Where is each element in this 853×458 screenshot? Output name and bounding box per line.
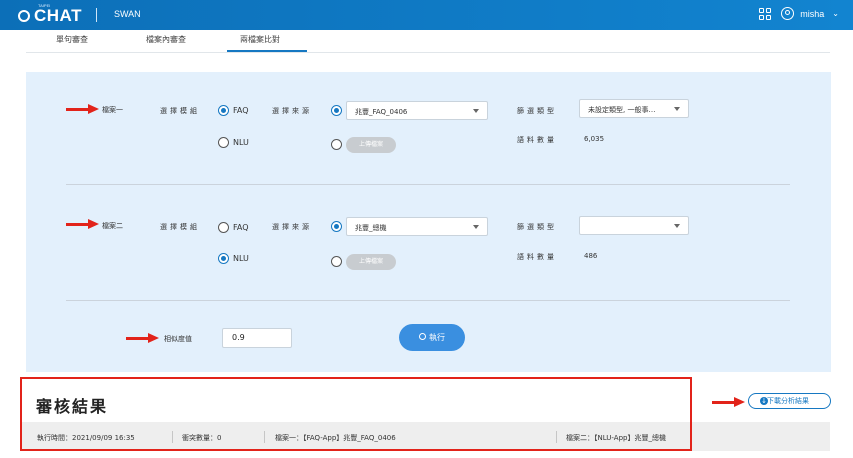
logo-mark-icon [18, 10, 30, 22]
file1-result-info: 檔案一：【FAQ-App】兆豐_FAQ_0406 [275, 434, 396, 442]
annotation-arrow-icon [66, 104, 100, 114]
chevron-down-icon [473, 109, 479, 113]
logo-small-text: TAIPEI [38, 3, 51, 8]
top-bar: CHAT TAIPEI SWAN misha ⌄ [0, 0, 853, 30]
file2-label: 檔案二 [102, 222, 123, 230]
logo-text: CHAT [34, 6, 82, 25]
file2-source-label: 選擇來源 [272, 223, 312, 231]
file1-filter-value: 未設定類型, 一般事… [588, 106, 656, 114]
grid-icon[interactable] [759, 7, 772, 20]
file1-corpus-count: 6,035 [584, 135, 605, 143]
section-divider [66, 300, 790, 301]
user-name[interactable]: misha [800, 9, 824, 19]
info-separator [172, 431, 173, 443]
file1-filter-select[interactable]: 未設定類型, 一般事… [579, 99, 689, 118]
file2-nlu-label: NLU [233, 254, 249, 263]
file1-nlu-label: NLU [233, 138, 249, 147]
tab-in-file-review[interactable]: 檔案內審查 [146, 34, 186, 45]
file1-source-value: 兆豐_FAQ_0406 [355, 108, 408, 116]
file1-module-label: 選擇模組 [160, 107, 200, 115]
chevron-down-icon [473, 225, 479, 229]
file2-upload-button[interactable]: 上傳檔案 [346, 254, 396, 270]
tabs-divider [26, 52, 830, 53]
file2-upload-radio[interactable] [331, 256, 342, 267]
tab-single-sentence[interactable]: 單句審查 [56, 34, 88, 45]
logo[interactable]: CHAT [18, 6, 82, 26]
file1-upload-button[interactable]: 上傳檔案 [346, 137, 396, 153]
chevron-down-icon[interactable]: ⌄ [832, 9, 839, 18]
file2-result-info: 檔案二：【NLU-App】兆豐_總機 [566, 434, 666, 442]
file2-filter-label: 篩選類型 [517, 223, 557, 231]
file2-corpus-count: 486 [584, 252, 598, 260]
file2-faq-radio[interactable] [218, 222, 229, 233]
file1-label: 檔案一 [102, 106, 123, 114]
exec-time: 執行時間：2021/09/09 16:35 [37, 434, 135, 442]
chevron-down-icon [674, 224, 680, 228]
tab-two-file-compare[interactable]: 兩檔案比對 [240, 34, 280, 45]
file2-source-select-radio[interactable] [331, 221, 342, 232]
file1-nlu-radio[interactable] [218, 137, 229, 148]
app-name: SWAN [114, 9, 141, 19]
info-separator [556, 431, 557, 443]
info-separator [264, 431, 265, 443]
similarity-input[interactable]: 0.9 [222, 328, 292, 348]
topbar-right: misha ⌄ [759, 7, 839, 20]
file1-source-select[interactable]: 兆豐_FAQ_0406 [346, 101, 488, 120]
file1-source-label: 選擇來源 [272, 107, 312, 115]
logo-separator [96, 8, 97, 22]
file2-module-label: 選擇模組 [160, 223, 200, 231]
file1-filter-label: 篩選類型 [517, 107, 557, 115]
annotation-arrow-icon [712, 397, 746, 407]
annotation-arrow-icon [66, 219, 100, 229]
conflict-count: 衝突數量：0 [182, 434, 222, 442]
section-divider [66, 184, 790, 185]
annotation-arrow-icon [126, 333, 160, 343]
execute-label: 執行 [429, 333, 445, 342]
file2-nlu-radio[interactable] [218, 253, 229, 264]
file2-faq-label: FAQ [233, 223, 249, 232]
file2-source-value: 兆豐_總機 [355, 224, 387, 232]
file1-faq-radio[interactable] [218, 105, 229, 116]
file2-source-select[interactable]: 兆豐_總機 [346, 217, 488, 236]
file1-upload-radio[interactable] [331, 139, 342, 150]
file1-source-select-radio[interactable] [331, 105, 342, 116]
execute-button[interactable]: 執行 [399, 324, 465, 351]
file2-filter-select[interactable] [579, 216, 689, 235]
file1-faq-label: FAQ [233, 106, 249, 115]
download-label: 下載分析結果 [767, 397, 809, 405]
search-icon [419, 333, 426, 340]
chevron-down-icon [674, 107, 680, 111]
similarity-label: 相似度值 [164, 335, 192, 343]
tab-bar: 單句審查 檔案內審查 兩檔案比對 [0, 30, 853, 52]
results-title: 審核結果 [36, 397, 109, 416]
file2-corpus-label: 語料數量 [517, 253, 557, 261]
download-icon: ↓ [760, 397, 768, 405]
user-circle-icon[interactable] [781, 7, 795, 20]
file1-corpus-label: 語料數量 [517, 136, 557, 144]
